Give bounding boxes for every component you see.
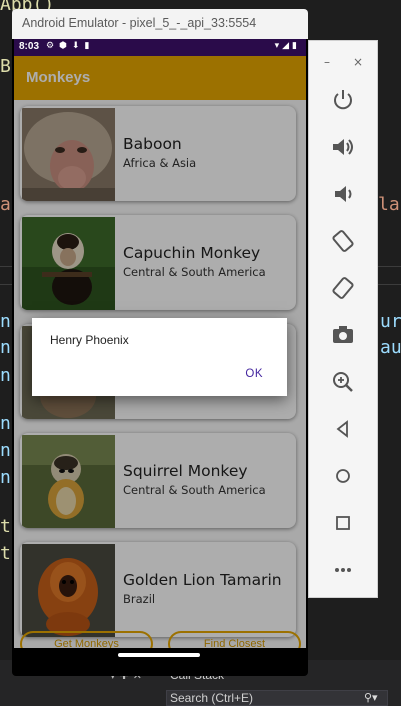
window-title: Android Emulator - pixel_5_-_api_33:5554 [22,16,257,30]
power-icon[interactable] [329,86,357,114]
code-fragment: n [0,440,11,461]
code-fragment: t [0,516,11,537]
rotate-left-icon[interactable] [329,227,357,255]
signal-battery-icons: ▾◢▮ [274,41,300,51]
nav-bar [14,648,306,666]
code-fragment: t [0,543,11,564]
zoom-icon[interactable] [329,368,357,396]
volume-down-icon[interactable] [329,180,357,208]
code-fragment: au [380,337,401,358]
camera-icon[interactable] [329,321,357,349]
ok-button[interactable]: OK [245,368,263,380]
minimize-button[interactable]: – [324,55,330,69]
code-fragment: la [378,194,400,215]
overview-icon[interactable] [329,509,357,537]
status-time: 8:03 [19,41,40,52]
home-icon[interactable] [329,462,357,490]
code-fragment: n [0,337,11,358]
back-icon[interactable] [329,415,357,443]
emulator-titlebar[interactable]: Android Emulator - pixel_5_-_api_33:5554 [12,9,308,39]
code-fragment: n [0,467,11,488]
search-input[interactable]: Search (Ctrl+E) [166,690,388,706]
more-icon[interactable] [329,556,357,584]
rotate-right-icon[interactable] [329,274,357,302]
home-gesture-bar[interactable] [118,653,200,657]
code-fragment: n [0,413,11,434]
close-button[interactable]: × [353,55,363,69]
search-icon[interactable]: ⚲▾ [364,691,378,704]
status-bar: 8:03 ⚙⬢⬇▮ ▾◢▮ [14,39,306,56]
alert-dialog: Henry Phoenix OK [32,318,287,396]
emulator-toolbar: – × [308,40,378,598]
dialog-message: Henry Phoenix [50,333,129,347]
code-fragment: n [0,311,11,332]
notification-icons: ⚙⬢⬇▮ [46,41,95,51]
code-fragment: n [0,365,11,386]
code-fragment: ur [380,311,401,332]
volume-up-icon[interactable] [329,133,357,161]
